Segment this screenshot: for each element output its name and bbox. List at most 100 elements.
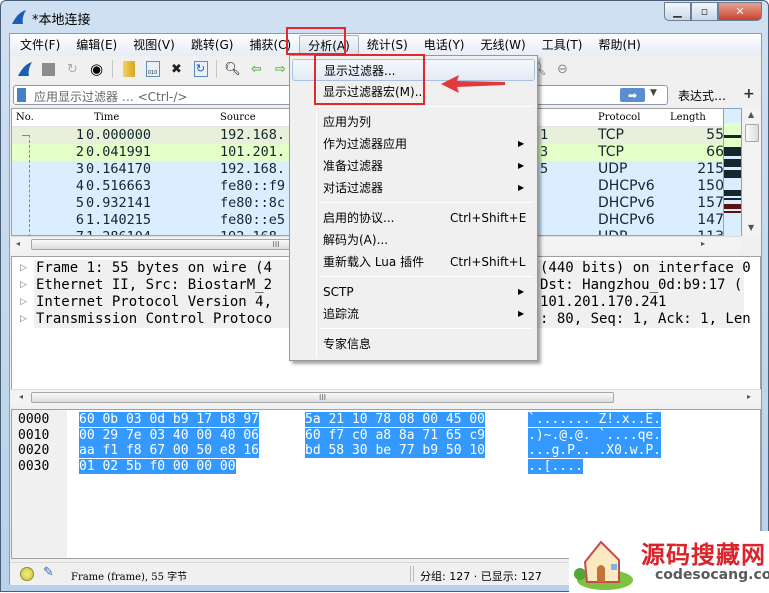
- expand-triangle-icon[interactable]: ▷: [20, 263, 27, 273]
- close-file-button[interactable]: ✖: [166, 59, 187, 80]
- menu-3[interactable]: 跳转(G): [183, 35, 242, 55]
- hex-bytes: bd 58 30 be 77 b9 50 10: [305, 443, 486, 458]
- window-title: *本地连接: [32, 13, 91, 28]
- menu-item[interactable]: 重新载入 Lua 插件 Ctrl+Shift+L: [292, 251, 535, 273]
- apply-filter-button[interactable]: ➡: [620, 88, 645, 102]
- submenu-arrow-icon: ▶: [518, 309, 525, 318]
- cell-time: 0.041991: [86, 144, 152, 160]
- cell-protocol: DHCPv6: [598, 178, 655, 194]
- menu-item[interactable]: 应用为列: [292, 111, 535, 133]
- minimize-button[interactable]: ▁: [664, 2, 691, 21]
- hscroll-thumb[interactable]: III: [31, 392, 614, 403]
- menu-item[interactable]: 专家信息: [292, 333, 535, 355]
- menu-item[interactable]: 追踪流 ▶: [292, 303, 535, 325]
- column-header-source[interactable]: Source: [220, 112, 256, 123]
- column-header-time[interactable]: Time: [94, 112, 119, 123]
- hex-bytes: 01 02 5b f0 00 00 00: [79, 458, 236, 474]
- restart-capture-button[interactable]: ↻: [62, 59, 83, 80]
- cell-no: 2: [75, 144, 84, 160]
- cell-source: fe80::8c: [220, 195, 286, 211]
- cell-protocol: DHCPv6: [598, 195, 655, 211]
- title-bar[interactable]: *本地连接 ▁ ▫ ✕: [1, 1, 768, 33]
- find-packet-button[interactable]: 🔍︎: [222, 59, 243, 80]
- vscroll-thumb[interactable]: [745, 124, 759, 142]
- menu-7[interactable]: 电话(Y): [416, 35, 473, 55]
- menu-item-label: 启用的协议...: [323, 211, 395, 225]
- hex-bytes: 60 f7 c0 a8 8a 71 65 c9: [305, 427, 486, 443]
- cell-source: 192.168.: [220, 161, 286, 177]
- menu-item[interactable]: SCTP ▶: [292, 281, 535, 303]
- expand-triangle-icon[interactable]: ▷: [20, 280, 27, 290]
- expand-triangle-icon[interactable]: ▷: [20, 297, 27, 307]
- menu-item-label: 专家信息: [323, 337, 372, 351]
- expression-button[interactable]: 表达式…: [678, 87, 726, 104]
- cell-protocol: TCP: [598, 144, 624, 160]
- capture-options-button[interactable]: ◉: [86, 59, 107, 80]
- minimap-stripe: [724, 147, 741, 156]
- menu-item-label: SCTP: [323, 285, 354, 299]
- cell-no: 4: [75, 178, 84, 194]
- open-file-button[interactable]: [118, 59, 139, 80]
- ascii-bytes: ..[....: [528, 458, 583, 474]
- close-button[interactable]: ✕: [718, 2, 762, 21]
- go-back-button[interactable]: ⇦: [246, 59, 267, 80]
- add-filter-button[interactable]: +: [743, 86, 755, 102]
- hex-bytes: 5a 21 10 78 08 00 45 00: [305, 412, 486, 427]
- menu-10[interactable]: 帮助(H): [590, 35, 648, 55]
- menu-item-label: 准备过滤器: [323, 159, 384, 173]
- status-separator: [410, 566, 414, 582]
- bookmark-icon[interactable]: [17, 88, 26, 102]
- submenu-arrow-icon: ▶: [518, 183, 525, 192]
- edit-comment-icon[interactable]: ✎: [43, 565, 54, 580]
- maximize-button[interactable]: ▫: [691, 2, 718, 21]
- reload-file-button[interactable]: ↻: [190, 59, 211, 80]
- wireshark-fin-icon: [12, 10, 26, 24]
- menu-item[interactable]: 对话过滤器 ▶: [292, 177, 535, 199]
- cell-no: 6: [75, 212, 84, 228]
- red-arrow-icon: [441, 75, 505, 93]
- hex-bytes: 00 29 7e 03 40 00 40 06: [79, 427, 260, 443]
- filter-history-dropdown[interactable]: ▼: [650, 88, 657, 98]
- packet-details-hscroll[interactable]: ◂ III ▸: [11, 389, 761, 405]
- capture-status-icon[interactable]: [20, 567, 34, 581]
- menu-separator: [320, 276, 533, 277]
- menu-separator: [320, 106, 533, 107]
- packet-list-vscroll[interactable]: ▲ ▼: [744, 108, 761, 236]
- go-forward-button[interactable]: ⇨: [270, 59, 291, 80]
- menu-item[interactable]: 作为过滤器应用 ▶: [292, 133, 535, 155]
- packet-minimap[interactable]: [723, 108, 742, 237]
- ascii-bytes: `....... Z!.x..E.: [528, 412, 662, 427]
- minimap-stripe: [724, 213, 741, 237]
- save-file-button[interactable]: 010: [142, 59, 163, 80]
- menu-6[interactable]: 统计(S): [359, 35, 416, 55]
- menu-item-label: 作为过滤器应用: [323, 137, 408, 151]
- minimap-stripe: [724, 178, 741, 190]
- start-capture-button[interactable]: [14, 59, 35, 80]
- menu-2[interactable]: 视图(V): [125, 35, 183, 55]
- watermark-url: codesocang.com: [655, 567, 769, 583]
- save-file-icon: 010: [145, 61, 160, 77]
- menu-item[interactable]: 启用的协议... Ctrl+Shift+E: [292, 207, 535, 229]
- detail-text: Internet Protocol Version 4,: [36, 294, 273, 310]
- menu-8[interactable]: 无线(W): [473, 35, 534, 55]
- submenu-arrow-icon: ▶: [518, 287, 525, 296]
- packet-counts: 分组: 127 · 已显示: 127: [420, 570, 542, 583]
- byte-offset: 0000: [18, 412, 50, 427]
- menu-bar: 文件(F) 编辑(E) 视图(V) 跳转(G) 捕获(C) 分析(A) 统计(S) 电话(Y)…: [10, 34, 761, 56]
- cell-dst-tail: 5: [540, 161, 549, 177]
- detail-text-tail: Dst: Hangzhou_0d:b9:17 (: [540, 277, 743, 293]
- menu-item[interactable]: 准备过滤器 ▶: [292, 155, 535, 177]
- zoom-out-button[interactable]: ⊖: [552, 59, 573, 80]
- column-header-protocol[interactable]: Protocol: [598, 112, 640, 123]
- menu-1[interactable]: 编辑(E): [68, 35, 125, 55]
- column-header-length[interactable]: Length: [670, 112, 706, 123]
- menu-9[interactable]: 工具(T): [534, 35, 591, 55]
- menu-0[interactable]: 文件(F): [12, 35, 68, 55]
- menu-item-label: 追踪流: [323, 307, 360, 321]
- detail-text-tail: (440 bits) on interface 0: [540, 260, 751, 276]
- stop-capture-button[interactable]: [38, 59, 59, 80]
- menu-item[interactable]: 解码为(A)...: [292, 229, 535, 251]
- column-header-no[interactable]: No.: [16, 112, 34, 123]
- go-forward-icon: ⇨: [275, 61, 286, 77]
- expand-triangle-icon[interactable]: ▷: [20, 314, 27, 324]
